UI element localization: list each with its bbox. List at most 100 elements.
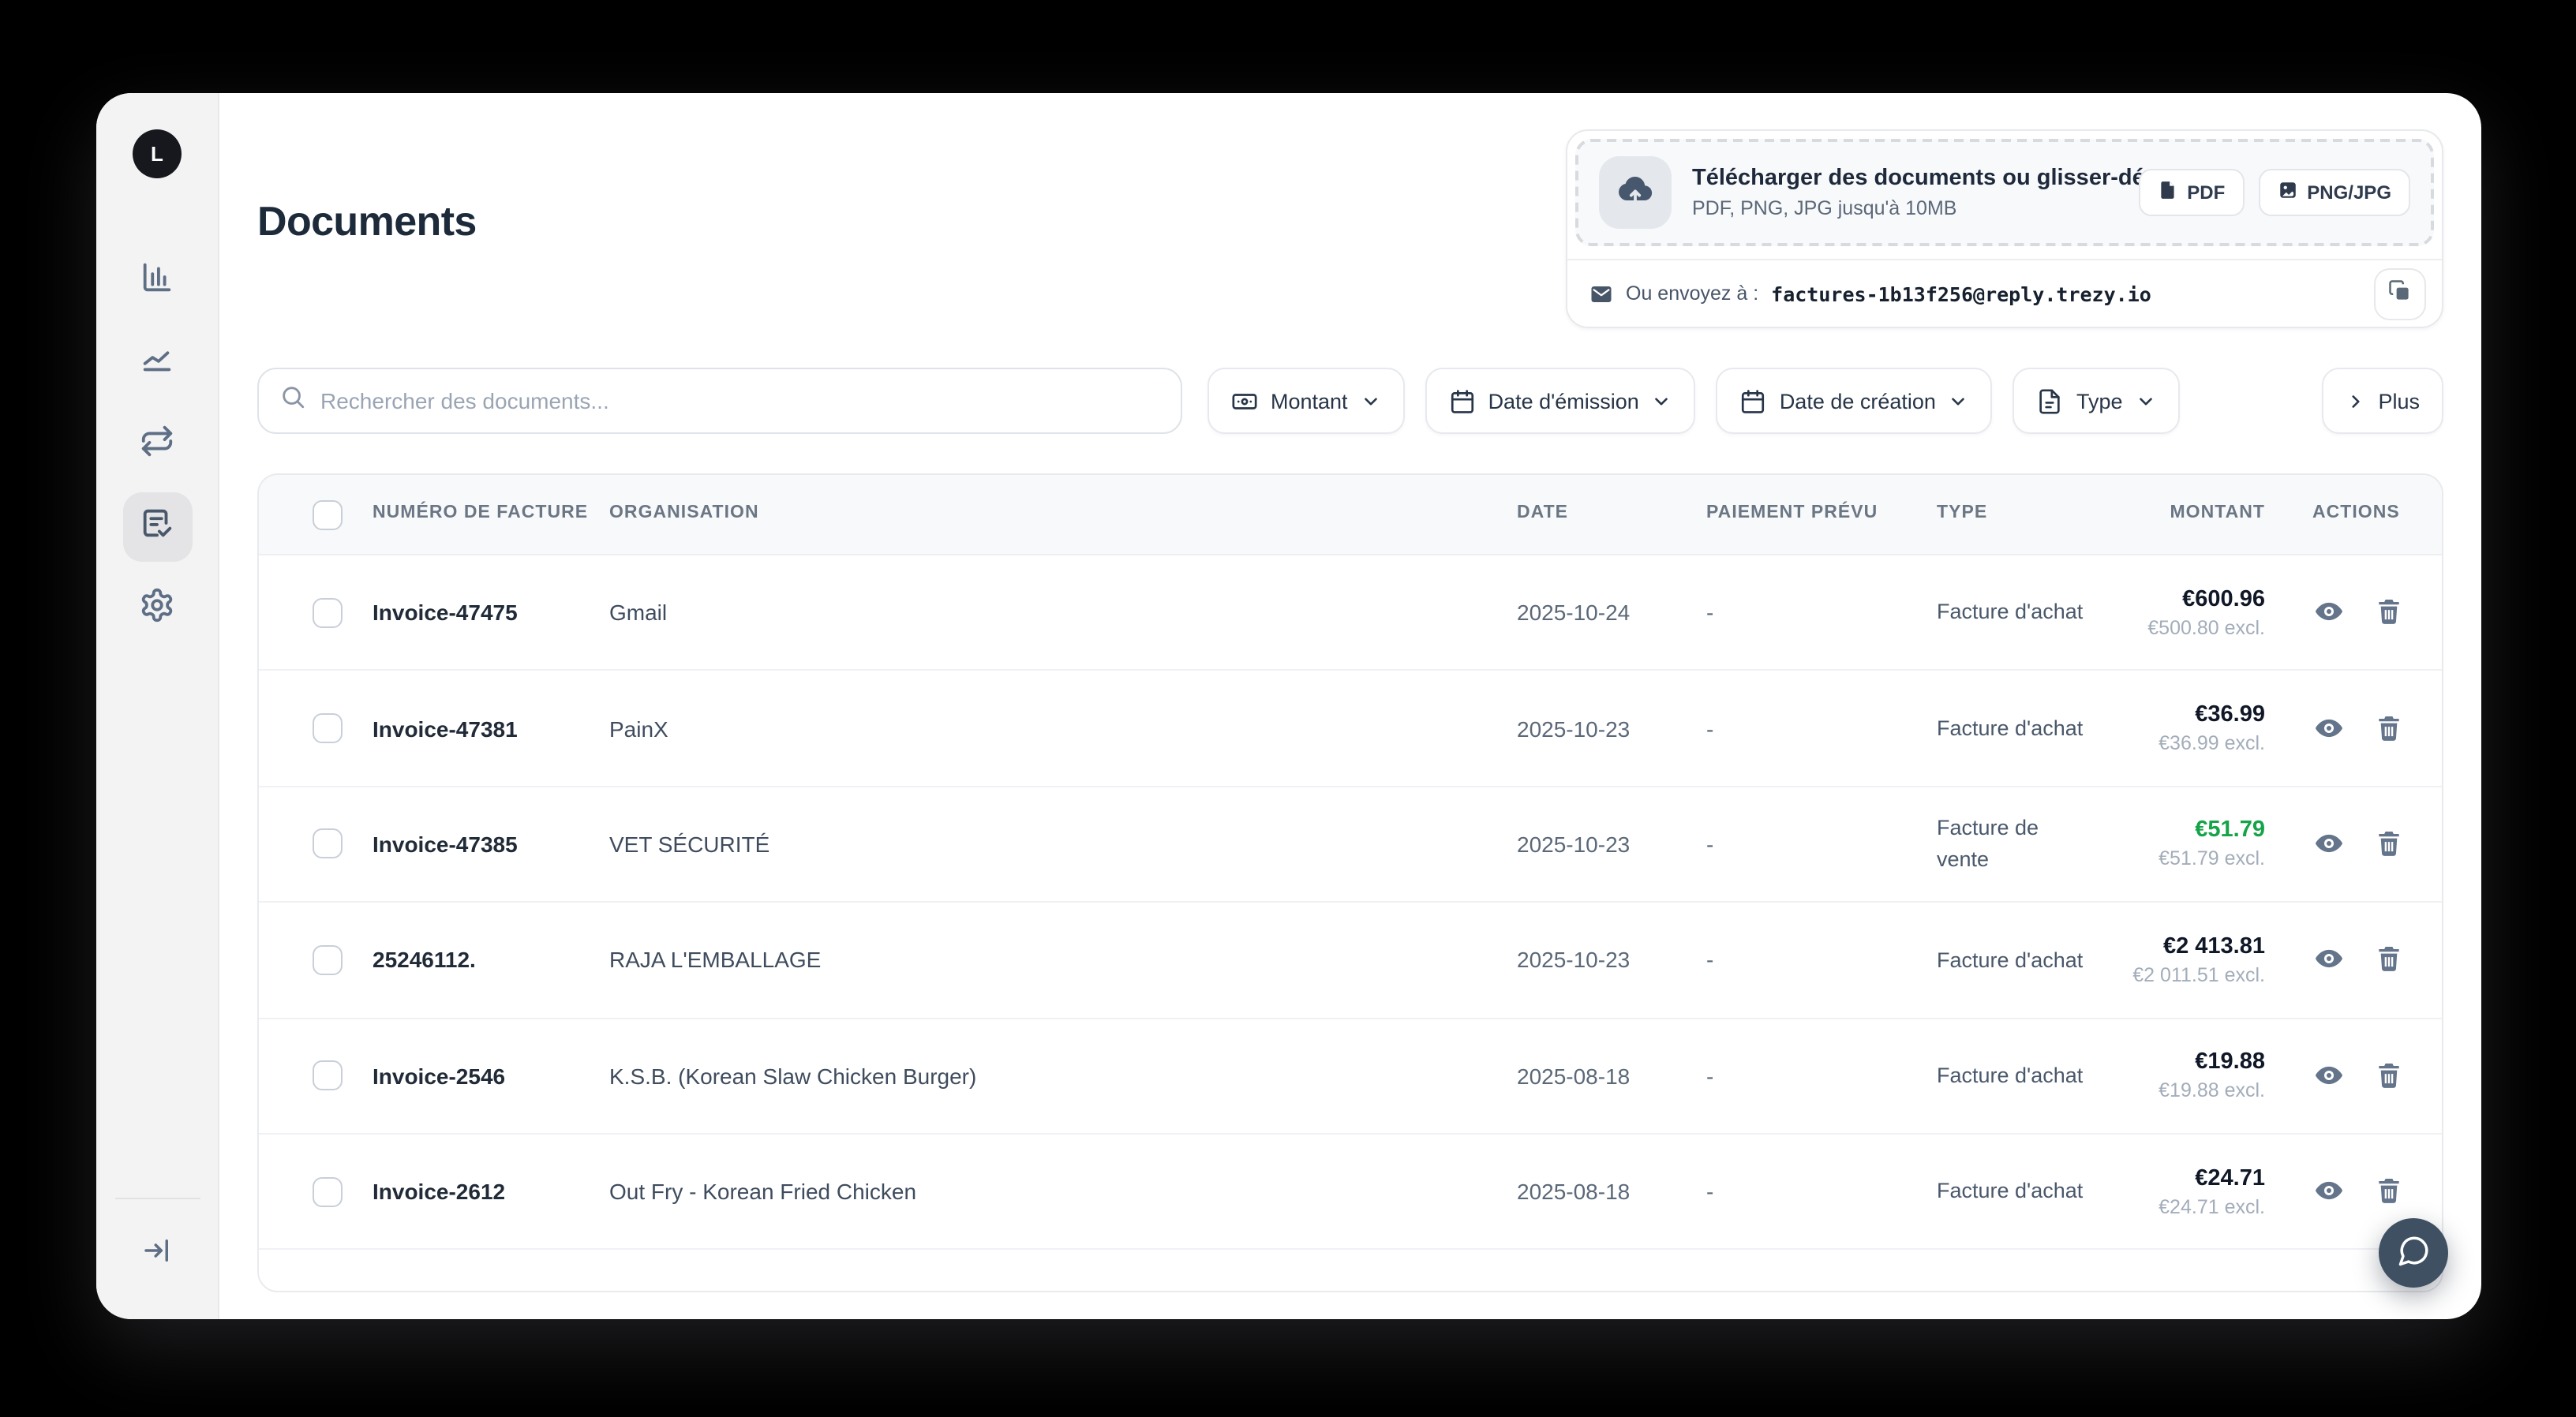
amount-incl: €2 413.81 [2129, 934, 2265, 959]
page-title: Documents [257, 197, 477, 246]
payment-due: - [1706, 832, 1937, 857]
row-checkbox[interactable] [313, 597, 343, 627]
filter-type-label: Type [2076, 389, 2123, 413]
eye-icon [2313, 608, 2343, 631]
documents-table: Numéro de facture Organisation Date Paie… [257, 473, 2443, 1292]
row-checkbox[interactable] [313, 713, 343, 743]
copy-icon [2388, 279, 2412, 308]
row-checkbox[interactable] [313, 1061, 343, 1091]
pdf-button-label: PDF [2187, 181, 2225, 204]
sidebar-item-analytics[interactable] [122, 246, 192, 316]
invoice-date: 2025-10-23 [1517, 832, 1706, 857]
stage: L [0, 0, 2576, 1417]
invoice-date: 2025-08-18 [1517, 1064, 1706, 1089]
sidebar-item-performance[interactable] [122, 328, 192, 398]
column-header-montant: Montant [2129, 501, 2265, 529]
eye-icon [2313, 1071, 2343, 1095]
payment-due: - [1706, 716, 1937, 741]
eye-icon [2313, 955, 2343, 979]
chevron-down-icon [1652, 391, 1672, 411]
table-row: Invoice-2546 K.S.B. (Korean Slaw Chicken… [259, 1019, 2442, 1135]
column-header-date: Date [1517, 501, 1706, 529]
view-document-button[interactable] [2312, 1060, 2344, 1092]
delete-document-button[interactable] [2372, 712, 2404, 744]
more-filters-button[interactable]: Plus [2321, 368, 2443, 434]
table-row: Invoice-47385 VET SÉCURITÉ 2025-10-23 - … [259, 787, 2442, 903]
organisation-name: Out Fry - Korean Fried Chicken [609, 1179, 1517, 1204]
select-all-checkbox[interactable] [313, 499, 343, 529]
invoice-date: 2025-10-24 [1517, 600, 1706, 625]
column-header-numero: Numéro de facture [373, 501, 609, 529]
row-checkbox[interactable] [313, 829, 343, 859]
chevron-down-icon [2136, 391, 2156, 411]
amount-excl: €2 011.51 excl. [2129, 964, 2265, 986]
amount-excl: €500.80 excl. [2129, 616, 2265, 638]
copy-email-button[interactable] [2374, 267, 2426, 320]
invoice-date: 2025-10-23 [1517, 716, 1706, 741]
filter-date-creation-label: Date de création [1780, 389, 1936, 413]
file-text-icon [2037, 387, 2064, 414]
view-document-button[interactable] [2312, 712, 2344, 744]
amount-incl: €24.71 [2129, 1165, 2265, 1191]
invoice-number: Invoice-47385 [373, 832, 609, 857]
toolbar: Montant Date d'émission Date de création… [257, 368, 2443, 434]
invoice-type: Facture d'achat [1937, 1060, 2088, 1091]
sidebar-bottom [96, 1198, 218, 1319]
filter-date-creation-button[interactable]: Date de création [1717, 368, 1993, 434]
row-actions [2265, 1176, 2442, 1207]
view-document-button[interactable] [2312, 828, 2344, 860]
image-icon [2277, 180, 2297, 205]
eye-icon [2313, 723, 2343, 747]
search-input[interactable] [320, 388, 1160, 413]
view-document-button[interactable] [2312, 596, 2344, 628]
column-header-actions: Actions [2265, 501, 2442, 529]
column-header-type: Type [1937, 501, 2129, 529]
repeat-icon [139, 423, 175, 467]
sidebar-item-transactions[interactable] [122, 410, 192, 480]
avatar[interactable]: L [133, 129, 182, 178]
invoice-number: Invoice-2546 [373, 1064, 609, 1089]
filter-type-button[interactable]: Type [2013, 368, 2180, 434]
message-bubble-icon [2397, 1234, 2430, 1272]
invoice-number: Invoice-2612 [373, 1179, 609, 1204]
column-header-organisation: Organisation [609, 501, 1517, 529]
eye-icon [2313, 1187, 2343, 1210]
invoice-date: 2025-10-23 [1517, 948, 1706, 973]
sidebar-item-documents[interactable] [122, 492, 192, 562]
amount-cell: €24.71 €24.71 excl. [2129, 1165, 2265, 1217]
row-checkbox[interactable] [313, 945, 343, 975]
upload-dropzone[interactable]: Télécharger des documents ou glisser-dép… [1575, 139, 2434, 246]
sidebar-expand-button[interactable] [125, 1221, 189, 1284]
delete-document-button[interactable] [2372, 828, 2404, 860]
filter-date-emission-button[interactable]: Date d'émission [1425, 368, 1696, 434]
delete-document-button[interactable] [2372, 596, 2404, 628]
invoice-type: Facture d'achat [1937, 1176, 2088, 1207]
row-actions [2265, 944, 2442, 976]
png-jpg-upload-button[interactable]: PNG/JPG [2258, 169, 2410, 216]
sidebar-item-settings[interactable] [122, 574, 192, 644]
payment-due: - [1706, 1064, 1937, 1089]
chat-button[interactable] [2379, 1218, 2448, 1288]
app-window: L [96, 93, 2481, 1319]
delete-document-button[interactable] [2372, 944, 2404, 976]
filter-montant-label: Montant [1271, 389, 1348, 413]
view-document-button[interactable] [2312, 1176, 2344, 1207]
pdf-upload-button[interactable]: PDF [2138, 169, 2244, 216]
amount-incl: €600.96 [2129, 586, 2265, 611]
sidebar-nav [122, 246, 192, 644]
chevron-down-icon [1949, 391, 1969, 411]
trash-icon [2373, 1187, 2403, 1210]
amount-incl: €51.79 [2129, 818, 2265, 843]
filter-montant-button[interactable]: Montant [1208, 368, 1405, 434]
delete-document-button[interactable] [2372, 1176, 2404, 1207]
invoice-type: Facture d'achat [1937, 713, 2088, 744]
invoice-type: Facture d'achat [1937, 944, 2088, 975]
view-document-button[interactable] [2312, 944, 2344, 976]
delete-document-button[interactable] [2372, 1060, 2404, 1092]
organisation-name: RAJA L'EMBALLAGE [609, 948, 1517, 973]
banknote-icon [1231, 387, 1258, 414]
table-row: Invoice-47381 PainX 2025-10-23 - Facture… [259, 671, 2442, 787]
organisation-name: Gmail [609, 600, 1517, 625]
row-checkbox[interactable] [313, 1176, 343, 1206]
document-check-icon [139, 505, 175, 549]
